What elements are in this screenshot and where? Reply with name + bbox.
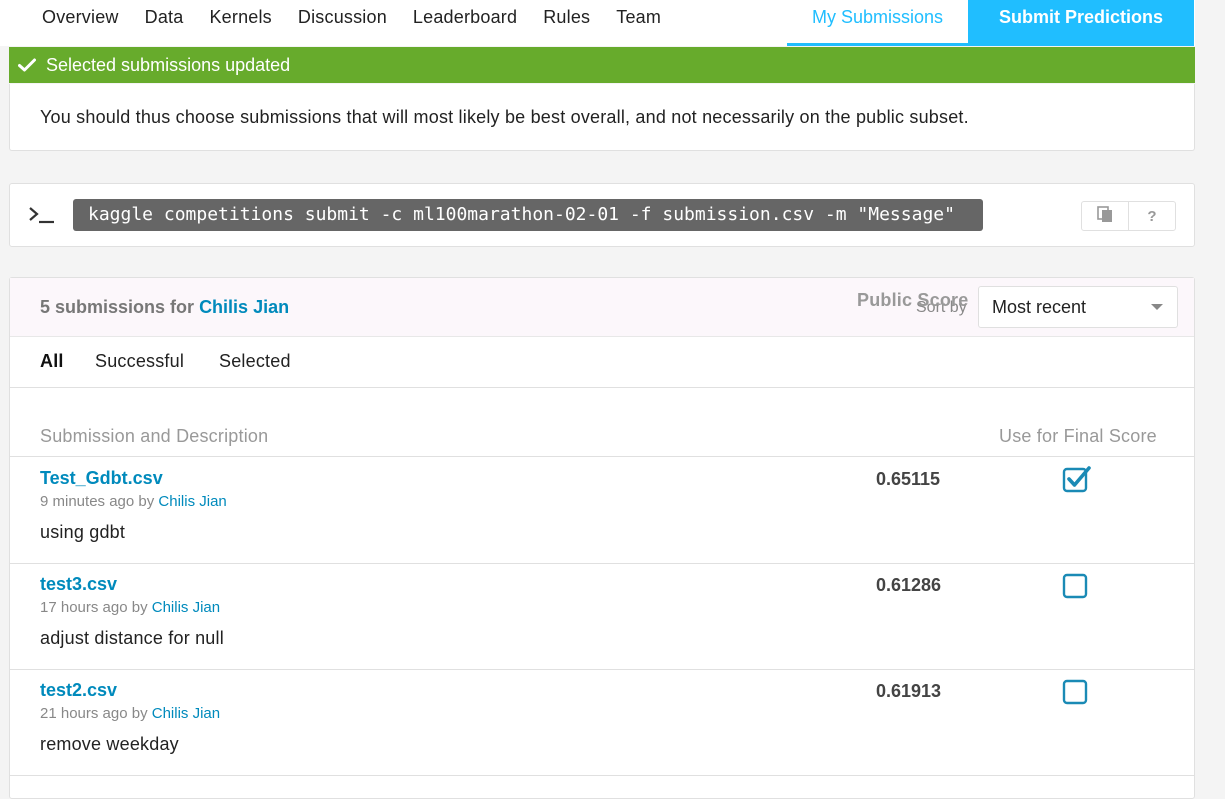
submission-file-link[interactable]: test2.csv: [40, 680, 117, 701]
submission-description: remove weekday: [40, 734, 179, 754]
submission-description: adjust distance for null: [40, 628, 224, 648]
submission-author-link[interactable]: Chilis Jian: [158, 493, 226, 510]
nav-tabs: Overview Data Kernels Discussion Leaderb…: [42, 0, 687, 46]
column-header-final-score: Use for Final Score: [999, 426, 1157, 446]
help-icon: ?: [1147, 207, 1157, 225]
help-button[interactable]: ?: [1128, 202, 1175, 230]
table-row: Test_Gdbt.csv 9 minutes ago by Chilis Ji…: [10, 457, 1194, 564]
tab-rules[interactable]: Rules: [543, 0, 590, 46]
submission-meta: 17 hours ago by Chilis Jian: [40, 599, 220, 616]
public-score: 0.61286: [876, 575, 942, 595]
tab-team[interactable]: Team: [616, 0, 661, 46]
submission-time: 17 hours ago by: [40, 599, 148, 616]
column-header-description: Submission and Description: [40, 426, 269, 446]
filter-successful[interactable]: Successful: [95, 351, 184, 372]
public-score: 0.61913: [876, 681, 942, 701]
submission-time: 9 minutes ago by: [40, 493, 155, 510]
submit-predictions-button[interactable]: Submit Predictions: [968, 0, 1194, 46]
submission-author-link[interactable]: Chilis Jian: [152, 599, 220, 616]
submission-description: using gdbt: [40, 522, 126, 542]
page-margin: [1195, 0, 1225, 782]
chevron-down-icon: [1151, 304, 1163, 310]
terminal-icon: [28, 206, 56, 229]
tab-data[interactable]: Data: [145, 0, 184, 46]
tab-discussion[interactable]: Discussion: [298, 0, 387, 46]
submission-meta: 9 minutes ago by Chilis Jian: [40, 493, 227, 510]
submission-meta: 21 hours ago by Chilis Jian: [40, 705, 220, 722]
copy-icon: [1096, 205, 1114, 228]
tab-kernels[interactable]: Kernels: [209, 0, 271, 46]
column-header-public-score[interactable]: Public Score: [857, 290, 968, 311]
public-score: 0.65115: [876, 469, 941, 489]
submission-time: 21 hours ago by: [40, 705, 148, 722]
copy-button[interactable]: [1082, 202, 1128, 230]
alert-message: Selected submissions updated: [46, 54, 291, 75]
cli-actions: ?: [1081, 201, 1176, 231]
submission-count: 5 submissions for Chilis Jian: [40, 297, 289, 318]
submission-count-text: 5 submissions for: [40, 297, 195, 317]
table-row: test3.csv 17 hours ago by Chilis Jian ad…: [10, 563, 1194, 670]
filter-all[interactable]: All: [40, 351, 64, 372]
submission-file-link[interactable]: Test_Gdbt.csv: [40, 468, 163, 489]
filter-tabs: All Successful Selected: [10, 337, 1194, 388]
cli-box: kaggle competitions submit -c ml100marat…: [9, 183, 1195, 247]
tab-leaderboard[interactable]: Leaderboard: [413, 0, 517, 46]
user-link[interactable]: Chilis Jian: [199, 297, 289, 317]
sort-select[interactable]: Most recent: [978, 286, 1178, 328]
info-box: You should thus choose submissions that …: [9, 84, 1195, 151]
filter-selected[interactable]: Selected: [219, 351, 291, 372]
sort-value: Most recent: [992, 297, 1087, 317]
success-alert: Selected submissions updated: [9, 47, 1195, 83]
final-score-checkbox[interactable]: [1062, 677, 1092, 707]
check-icon: [18, 58, 36, 72]
submissions-panel: 5 submissions for Chilis Jian Sort by Mo…: [9, 277, 1195, 799]
info-text: You should thus choose submissions that …: [40, 107, 969, 127]
tab-my-submissions[interactable]: My Submissions: [787, 0, 968, 46]
table-row: test2.csv 21 hours ago by Chilis Jian re…: [10, 669, 1194, 776]
final-score-checkbox[interactable]: [1062, 571, 1092, 601]
final-score-checkbox-checked[interactable]: [1062, 465, 1092, 495]
submission-author-link[interactable]: Chilis Jian: [152, 705, 220, 722]
panel-header: 5 submissions for Chilis Jian Sort by Mo…: [10, 278, 1194, 337]
tab-overview[interactable]: Overview: [42, 0, 119, 46]
submission-file-link[interactable]: test3.csv: [40, 574, 117, 595]
top-nav: Overview Data Kernels Discussion Leaderb…: [0, 0, 1225, 46]
cli-command[interactable]: kaggle competitions submit -c ml100marat…: [73, 199, 983, 231]
